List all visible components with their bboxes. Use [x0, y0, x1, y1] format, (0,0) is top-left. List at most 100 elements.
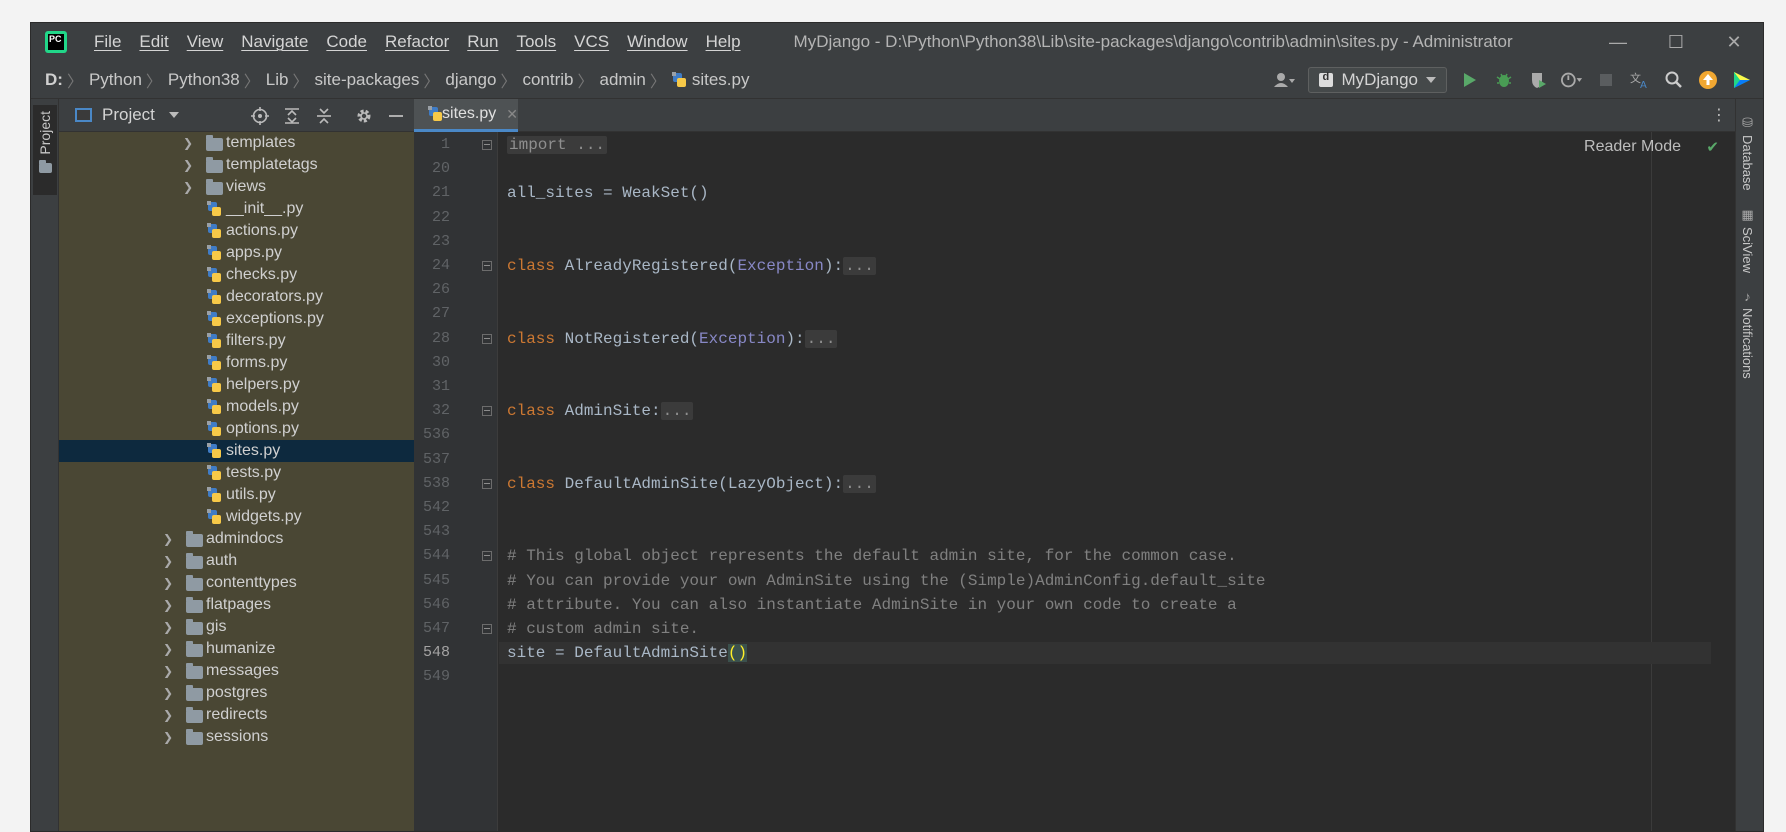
folded-code-placeholder[interactable]: import ... — [507, 136, 608, 154]
chevron-right-icon[interactable]: ❯ — [183, 158, 193, 172]
chevron-right-icon[interactable]: ❯ — [163, 664, 173, 678]
project-tool-tab[interactable]: Project — [33, 105, 57, 195]
close-icon[interactable]: ✕ — [506, 106, 518, 123]
code-line[interactable] — [499, 424, 1711, 446]
menu-vcs[interactable]: VCS — [565, 32, 618, 52]
debug-icon[interactable] — [1493, 69, 1515, 91]
tree-file-item[interactable]: apps.py — [59, 242, 414, 264]
tab-sites-py[interactable]: sites.py ✕ — [414, 99, 518, 132]
tree-file-item[interactable]: options.py — [59, 418, 414, 440]
menu-code[interactable]: Code — [317, 32, 376, 52]
code-line[interactable] — [499, 666, 1711, 688]
breadcrumb-item[interactable]: contrib — [522, 70, 573, 90]
fold-toggle-icon[interactable] — [482, 333, 492, 344]
folded-code-placeholder[interactable]: ... — [660, 402, 694, 421]
tree-folder-item[interactable]: ❯ views — [59, 176, 414, 198]
folded-code-placeholder[interactable]: ... — [843, 257, 876, 275]
hide-panel-icon[interactable] — [386, 106, 406, 126]
chevron-right-icon[interactable]: ❯ — [163, 730, 173, 744]
menu-navigate[interactable]: Navigate — [232, 32, 317, 52]
tree-file-item[interactable]: checks.py — [59, 264, 414, 286]
fold-toggle-icon[interactable] — [482, 140, 492, 150]
user-icon[interactable] — [1274, 69, 1296, 91]
tree-file-item[interactable]: filters.py — [59, 330, 414, 352]
code-line[interactable] — [499, 279, 1711, 301]
chevron-right-icon[interactable]: ❯ — [163, 642, 173, 656]
code-line[interactable] — [499, 497, 1711, 519]
tool-window-database[interactable]: ⛁ Database — [1740, 115, 1755, 191]
tree-file-item[interactable]: actions.py — [59, 220, 414, 242]
pycharm-logo-icon[interactable]: PC — [45, 31, 67, 53]
menu-run[interactable]: Run — [458, 32, 507, 52]
tree-file-item[interactable]: models.py — [59, 396, 414, 418]
breadcrumb-item[interactable]: site-packages — [314, 70, 419, 90]
minimize-button[interactable]: — — [1589, 23, 1647, 61]
tree-file-item[interactable]: exceptions.py — [59, 308, 414, 330]
code-line[interactable]: class AlreadyRegistered(Exception):... — [499, 255, 1711, 277]
update-icon[interactable] — [1697, 69, 1719, 91]
translate-icon[interactable]: 文A — [1629, 69, 1651, 91]
profile-icon[interactable] — [1561, 69, 1583, 91]
fold-toggle-icon[interactable] — [482, 261, 492, 271]
stop-icon[interactable] — [1595, 69, 1617, 91]
code-line[interactable]: class DefaultAdminSite(LazyObject):... — [499, 473, 1711, 495]
code-line[interactable]: # This global object represents the defa… — [499, 545, 1711, 567]
menu-tools[interactable]: Tools — [507, 32, 565, 52]
breadcrumb-item[interactable]: sites.py — [671, 70, 749, 90]
tree-file-item[interactable]: widgets.py — [59, 506, 414, 528]
chevron-right-icon[interactable]: ❯ — [163, 532, 173, 546]
menu-file[interactable]: File — [85, 32, 130, 52]
menu-edit[interactable]: Edit — [130, 32, 177, 52]
tree-folder-item[interactable]: ❯ messages — [59, 660, 414, 682]
code-editor[interactable]: Reader Mode ✔ import ... all_sites = Weak… — [499, 132, 1737, 831]
chevron-right-icon[interactable]: ❯ — [183, 180, 193, 194]
chevron-right-icon[interactable]: ❯ — [163, 554, 173, 568]
gear-icon[interactable] — [354, 106, 374, 126]
menu-refactor[interactable]: Refactor — [376, 32, 458, 52]
code-line[interactable] — [499, 303, 1711, 325]
code-line[interactable]: # custom admin site. — [499, 618, 1711, 640]
code-line[interactable] — [499, 449, 1711, 471]
fold-toggle-icon[interactable] — [482, 624, 492, 634]
fold-toggle-icon[interactable] — [482, 478, 492, 489]
tree-folder-item[interactable]: ❯ auth — [59, 550, 414, 572]
tree-file-item[interactable]: helpers.py — [59, 374, 414, 396]
fold-toggle-icon[interactable] — [482, 551, 492, 562]
expand-all-icon[interactable] — [282, 106, 302, 126]
menu-window[interactable]: Window — [618, 32, 696, 52]
chevron-right-icon[interactable]: ❯ — [163, 576, 173, 590]
run-configuration-select[interactable]: MyDjango — [1308, 67, 1447, 93]
breadcrumb-item[interactable]: admin — [600, 70, 646, 90]
code-line[interactable]: class NotRegistered(Exception):... — [499, 328, 1711, 350]
tree-folder-item[interactable]: ❯ sessions — [59, 726, 414, 748]
code-line[interactable] — [499, 158, 1711, 180]
breadcrumb-item[interactable]: django — [445, 70, 496, 90]
tree-file-item[interactable]: utils.py — [59, 484, 414, 506]
menu-view[interactable]: View — [178, 32, 233, 52]
run-icon[interactable] — [1459, 69, 1481, 91]
maximize-button[interactable]: ☐ — [1647, 23, 1705, 61]
tree-folder-item[interactable]: ❯ flatpages — [59, 594, 414, 616]
code-line[interactable]: site = DefaultAdminSite() — [499, 642, 1711, 665]
coverage-icon[interactable] — [1527, 69, 1549, 91]
code-line[interactable]: import ... — [499, 134, 1711, 156]
breadcrumb-item[interactable]: D: — [45, 70, 63, 90]
more-vertical-icon[interactable]: ⋮ — [1711, 105, 1727, 125]
tree-file-item[interactable]: sites.py — [59, 440, 414, 462]
tree-file-item[interactable]: tests.py — [59, 462, 414, 484]
code-line[interactable] — [499, 521, 1711, 543]
collapse-all-icon[interactable] — [314, 106, 334, 126]
tree-folder-item[interactable]: ❯ gis — [59, 616, 414, 638]
tree-file-item[interactable]: __init__.py — [59, 198, 414, 220]
tree-folder-item[interactable]: ❯ postgres — [59, 682, 414, 704]
code-line[interactable]: # attribute. You can also instantiate Ad… — [499, 594, 1711, 616]
breadcrumb-item[interactable]: Python38 — [168, 70, 240, 90]
tree-folder-item[interactable]: ❯ humanize — [59, 638, 414, 660]
chevron-right-icon[interactable]: ❯ — [163, 686, 173, 700]
tree-folder-item[interactable]: ❯ redirects — [59, 704, 414, 726]
code-line[interactable] — [499, 376, 1711, 398]
tree-folder-item[interactable]: ❯ templates — [59, 132, 414, 154]
tool-window-notifications[interactable]: ♪ Notifications — [1740, 289, 1755, 379]
tree-folder-item[interactable]: ❯ contenttypes — [59, 572, 414, 594]
code-line[interactable]: all_sites = WeakSet() — [499, 182, 1711, 204]
